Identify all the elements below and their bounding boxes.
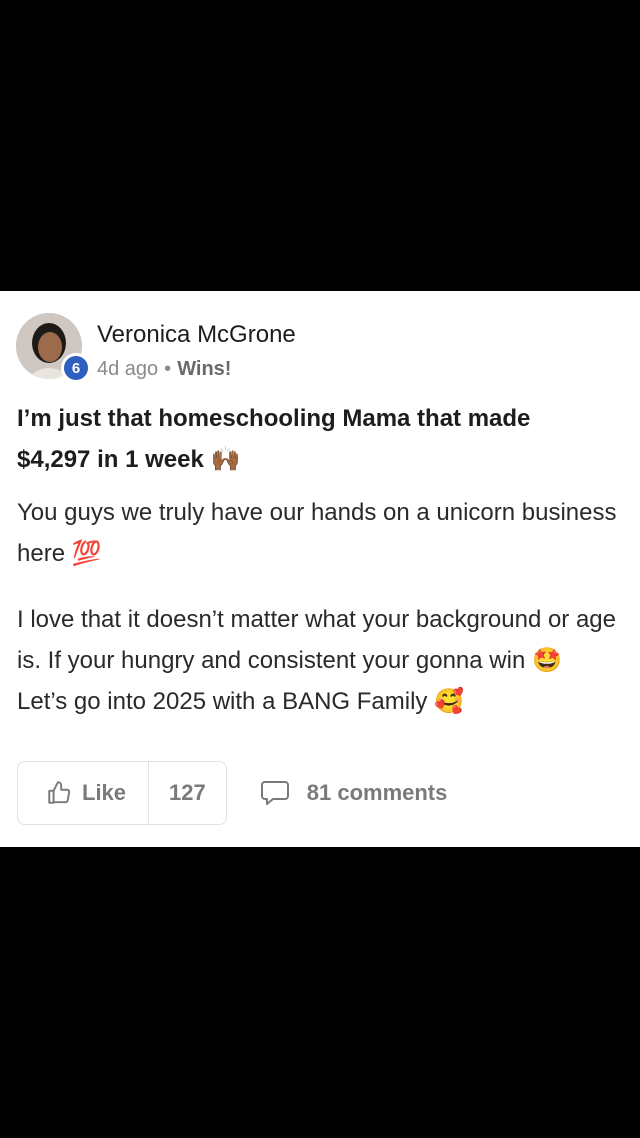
thumbs-up-icon [48, 781, 71, 804]
author-name[interactable]: Veronica McGrone [97, 321, 296, 349]
meta-separator: • [164, 358, 172, 380]
title-line-1: I’m just that homeschooling Mama that ma… [17, 405, 531, 432]
author-avatar[interactable]: 6 [16, 313, 91, 383]
like-group: Like 127 [17, 761, 227, 825]
speech-bubble-icon [260, 781, 289, 805]
hundred-points-icon: 💯 [71, 539, 102, 567]
paragraph-2-text-a: I love that it doesn’t matter what your … [17, 606, 617, 674]
raised-hands-icon: 🙌🏾 [210, 445, 241, 473]
post-category[interactable]: Wins! [177, 358, 231, 381]
post-card: 6 Veronica McGrone 4d ago • Wins! I’m ju… [0, 291, 640, 847]
like-button[interactable]: Like [18, 762, 150, 824]
post-actions: Like 127 81 comments [17, 761, 447, 825]
paragraph-1-text: You guys we truly have our hands on a un… [17, 499, 617, 567]
post-meta: 4d ago • Wins! [97, 358, 231, 381]
post-time: 4d ago [97, 358, 159, 380]
title-line-2: $4,297 in 1 week [17, 446, 204, 473]
paragraph-2-text-b: Let’s go into 2025 with a BANG Family [17, 688, 428, 715]
post-body-paragraph-2: I love that it doesn’t matter what your … [17, 600, 617, 722]
comments-button[interactable]: 81 comments [259, 779, 448, 807]
like-label: Like [82, 780, 127, 805]
post-title: I’m just that homeschooling Mama that ma… [17, 399, 607, 480]
post-body-paragraph-1: You guys we truly have our hands on a un… [17, 493, 617, 574]
smiling-hearts-icon: 🥰 [434, 687, 464, 715]
like-count[interactable]: 127 [149, 762, 226, 824]
level-badge: 6 [61, 353, 91, 383]
star-struck-icon: 🤩 [531, 646, 562, 674]
comments-label: 81 comments [306, 780, 448, 805]
